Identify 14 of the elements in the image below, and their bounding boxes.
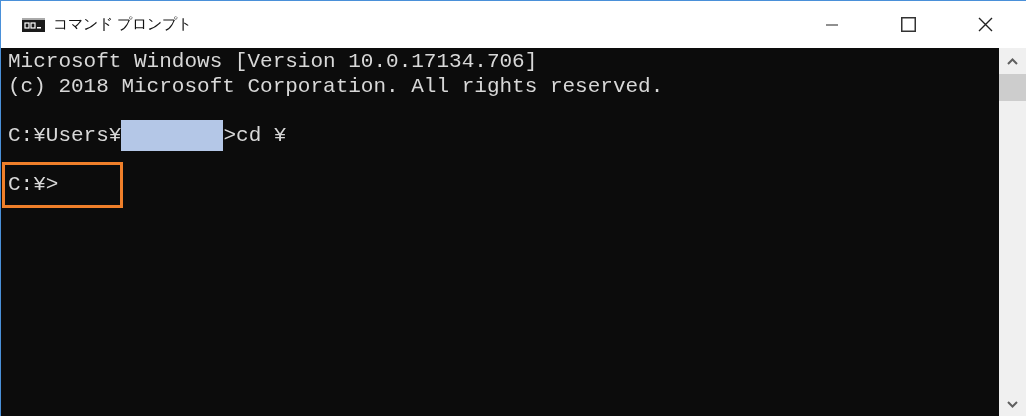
maximize-icon xyxy=(901,17,916,32)
chevron-up-icon xyxy=(1007,57,1018,65)
scrollbar[interactable] xyxy=(999,48,1026,416)
scroll-thumb[interactable] xyxy=(999,74,1026,101)
console-line: (c) 2018 Microsoft Corporation. All rights reserved. xyxy=(8,74,664,98)
close-icon xyxy=(978,17,993,32)
chevron-down-icon xyxy=(1007,400,1018,408)
console-command: >cd ¥ xyxy=(223,123,287,148)
minimize-icon xyxy=(825,23,838,26)
console-line: C:¥Users¥ xyxy=(8,123,122,148)
highlighted-prompt: C:¥> xyxy=(2,161,123,208)
console-icon xyxy=(22,17,45,32)
console-line: Microsoft Windows [Version 10.0.17134.706] xyxy=(8,50,538,73)
window-title: コマンド プロンプト xyxy=(53,14,193,35)
